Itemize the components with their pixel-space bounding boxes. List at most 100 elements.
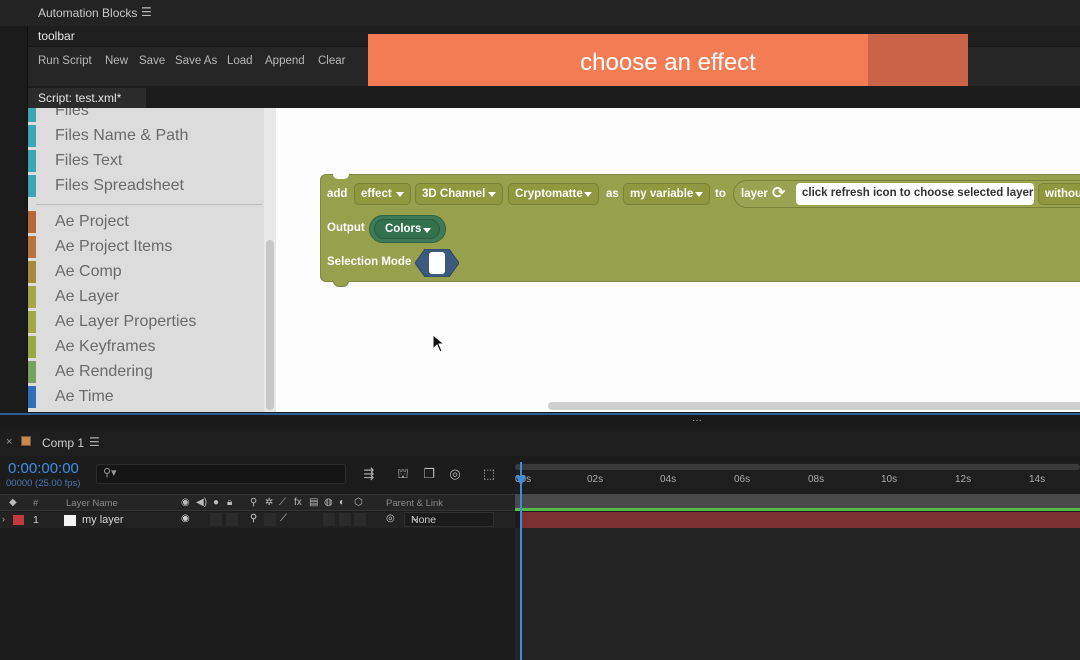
category-label: Ae Project	[55, 213, 129, 230]
category-files-text[interactable]: Files Text	[28, 150, 264, 172]
adjustment-icon: ◐	[339, 497, 346, 508]
frame-rate-display: 00000 (25.00 fps)	[6, 478, 81, 489]
hamburger-icon[interactable]: ☰	[89, 435, 100, 449]
layer-name-column-header[interactable]: Layer Name	[66, 498, 118, 509]
add-effect-block[interactable]: add effect 3D Channel Cryptomatte as my …	[320, 174, 1080, 287]
shy-layers-icon[interactable]: ❐	[421, 466, 437, 482]
shy-switch-icon[interactable]: ⚲	[250, 513, 257, 524]
layer-name[interactable]: my layer	[82, 514, 124, 526]
channel-dropdown[interactable]: 3D Channel	[415, 183, 503, 205]
comp-flowchart-icon[interactable]: ⇶	[361, 466, 377, 482]
category-ae-project[interactable]: Ae Project	[28, 211, 264, 233]
pickwhip-icon[interactable]: ◎	[386, 513, 395, 524]
effect-name-dropdown[interactable]: Cryptomatte	[508, 183, 599, 205]
load-button[interactable]: Load	[227, 55, 253, 67]
colors-dropdown-label: Colors	[385, 223, 422, 235]
boolean-input[interactable]	[429, 252, 445, 274]
category-files-spreadsheet[interactable]: Files Spreadsheet	[28, 175, 264, 197]
save-button[interactable]: Save	[139, 55, 165, 67]
playhead-icon[interactable]	[516, 476, 526, 486]
category-color	[28, 286, 36, 308]
toolbox-scrollbar[interactable]	[264, 108, 276, 412]
category-ae-rendering[interactable]: Ae Rendering	[28, 361, 264, 383]
comp-tab-label[interactable]: Comp 1	[42, 436, 84, 450]
chevron-down-icon	[488, 192, 496, 197]
timeline-track-area[interactable]	[515, 528, 1080, 660]
category-ae-project-items[interactable]: Ae Project Items	[28, 236, 264, 258]
category-color	[28, 386, 36, 408]
category-ae-time[interactable]: Ae Time	[28, 386, 264, 408]
selection-mode-label: Selection Mode	[327, 256, 412, 268]
category-files-name-path[interactable]: Files Name & Path	[28, 125, 264, 147]
script-tab-bar: Script: test.xml*	[28, 86, 1080, 108]
panel-title-bar: Automation Blocks ☰	[0, 0, 1080, 26]
effect-dropdown[interactable]: effect	[354, 183, 411, 205]
hamburger-icon[interactable]: ☰	[141, 5, 152, 19]
layer-field[interactable]: click refresh icon to choose selected la…	[796, 183, 1034, 205]
toolbox-scroll-thumb[interactable]	[266, 240, 274, 410]
3d-switch[interactable]	[354, 513, 366, 526]
category-label: Files Name & Path	[55, 127, 189, 144]
to-label: to	[715, 188, 726, 200]
close-icon[interactable]: ×	[6, 436, 12, 448]
draft-3d-icon[interactable]: ⛫	[395, 466, 411, 482]
colors-block[interactable]: Colors	[369, 215, 446, 243]
solo-icon: ●	[213, 497, 220, 508]
timeline-search-input[interactable]: ⚲▾	[96, 464, 346, 484]
category-ae-keyframes[interactable]: Ae Keyframes	[28, 336, 264, 358]
time-navigator[interactable]	[515, 464, 1080, 470]
current-time-display[interactable]: 0:00:00:00	[8, 460, 79, 477]
graph-editor-icon[interactable]: ⬚	[481, 466, 497, 482]
collapse-switch[interactable]	[264, 513, 276, 526]
time-ruler[interactable]: 00s 02s 04s 06s 08s 10s 12s 14s	[515, 462, 1080, 492]
toolbar-label: toolbar	[38, 29, 75, 43]
layer-duration-bar[interactable]	[521, 512, 1080, 528]
solid-layer-icon	[64, 515, 76, 526]
new-button[interactable]: New	[105, 55, 128, 67]
without-dropdown-label: withou	[1045, 188, 1080, 200]
3d-layer-icon: ⬡	[354, 497, 363, 508]
save-as-button[interactable]: Save As	[175, 55, 217, 67]
add-label: add	[327, 188, 348, 200]
parent-select[interactable]: None ⌄	[404, 512, 494, 527]
layer-label-color[interactable]	[13, 515, 24, 525]
category-files[interactable]: Files	[28, 108, 264, 122]
expand-arrow-icon[interactable]: ›	[2, 514, 5, 524]
append-button[interactable]: Append	[265, 55, 305, 67]
tab-script[interactable]: Script: test.xml*	[28, 88, 146, 108]
category-label: Ae Time	[55, 388, 114, 405]
solo-toggle[interactable]	[210, 513, 222, 526]
without-dropdown[interactable]: withou	[1038, 183, 1080, 205]
variable-dropdown[interactable]: my variable	[623, 183, 710, 205]
quality-switch-icon[interactable]: ⟋	[280, 513, 287, 524]
visibility-toggle-icon[interactable]: ◉	[181, 513, 190, 524]
effect-dropdown-label: effect	[361, 188, 392, 200]
panel-divider[interactable]: ···	[0, 413, 1080, 427]
category-ae-layer[interactable]: Ae Layer	[28, 286, 264, 308]
run-script-button[interactable]: Run Script	[38, 55, 92, 67]
layer-input-block[interactable]: layer ⟳ click refresh icon to choose sel…	[733, 180, 1080, 208]
as-label: as	[606, 188, 619, 200]
lock-icon: 🔒︎	[227, 497, 233, 508]
lock-toggle[interactable]	[226, 513, 238, 526]
category-label: Files Text	[55, 152, 123, 169]
render-cache-bar	[515, 508, 1080, 511]
colors-dropdown[interactable]: Colors	[374, 219, 440, 239]
category-ae-layer-properties[interactable]: Ae Layer Properties	[28, 311, 264, 333]
current-time-indicator[interactable]	[520, 462, 522, 660]
category-color	[28, 211, 36, 233]
canvas-scrollbar[interactable]	[548, 402, 1080, 410]
clear-button[interactable]: Clear	[318, 55, 345, 67]
banner-text: choose an effect	[580, 49, 756, 76]
refresh-icon[interactable]: ⟳	[772, 183, 785, 203]
frame-blending-icon[interactable]: ◎	[447, 466, 463, 482]
effects-icon: fx	[294, 497, 302, 508]
chevron-down-icon	[396, 192, 404, 197]
adjustment-switch[interactable]	[339, 513, 351, 526]
selection-mode-slot[interactable]	[415, 249, 459, 277]
num-column-header: #	[33, 498, 39, 509]
motion-blur-switch[interactable]	[323, 513, 335, 526]
block-canvas[interactable]: add effect 3D Channel Cryptomatte as my …	[276, 108, 1080, 412]
category-ae-comp[interactable]: Ae Comp	[28, 261, 264, 283]
resize-handle-icon[interactable]: ···	[692, 415, 702, 426]
